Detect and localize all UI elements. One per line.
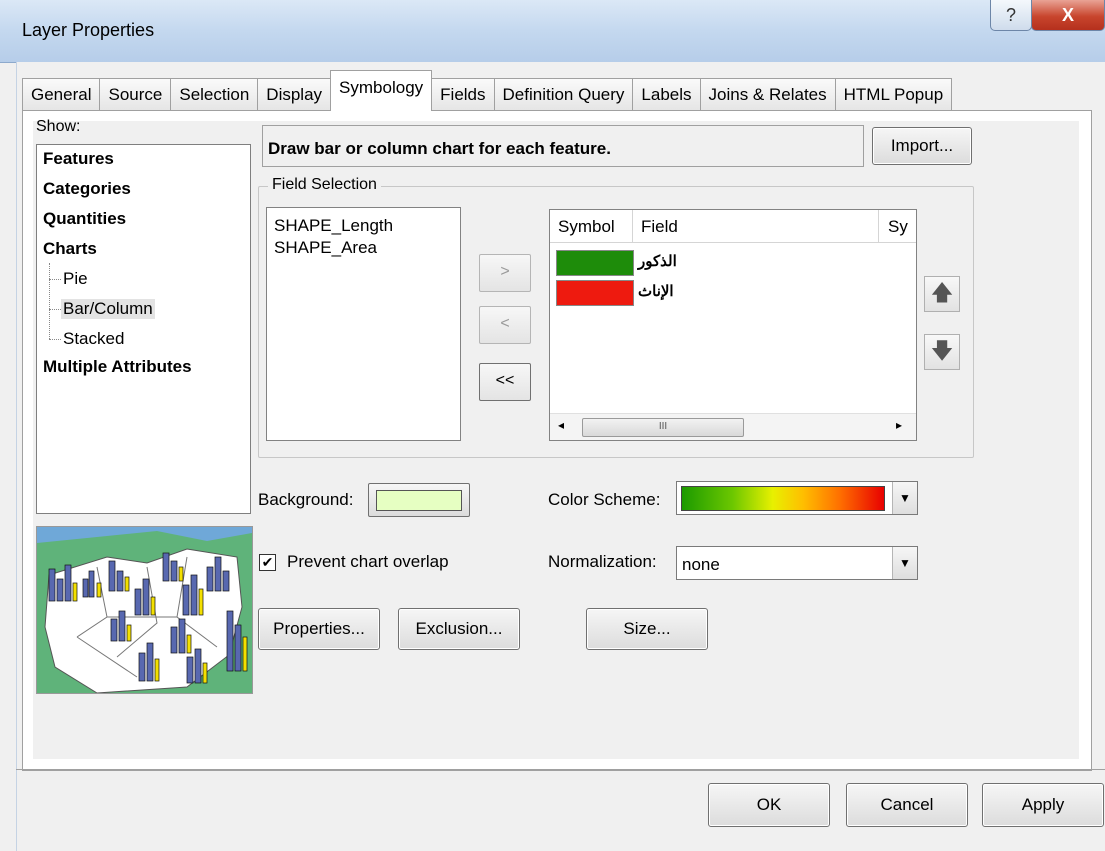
tree-connector — [49, 279, 61, 280]
scroll-left-icon[interactable]: ◂ — [558, 418, 564, 432]
size-button[interactable]: Size... — [586, 608, 708, 650]
prevent-overlap-label: Prevent chart overlap — [287, 552, 449, 571]
show-item-quantities[interactable]: Quantities — [43, 209, 126, 229]
background-label: Background: — [258, 490, 354, 509]
background-color-button[interactable] — [368, 483, 470, 517]
tab-selection[interactable]: Selection — [170, 78, 259, 111]
show-label: Show: — [36, 118, 81, 135]
column-symbol[interactable]: Symbol — [550, 210, 633, 242]
color-scheme-label: Color Scheme: — [548, 490, 661, 509]
move-down-icon[interactable]: 🡇 — [924, 334, 960, 370]
show-item-features[interactable]: Features — [43, 149, 114, 169]
symbology-preview-image — [36, 526, 253, 694]
field-selection-label: Field Selection — [268, 176, 381, 194]
title-bar[interactable]: Layer Properties ? X — [0, 0, 1105, 63]
tab-labels[interactable]: Labels — [632, 78, 701, 111]
color-ramp — [681, 486, 885, 511]
column-field[interactable]: Field — [633, 210, 879, 242]
divider — [16, 769, 1105, 770]
remove-all-fields-button[interactable]: << — [479, 363, 531, 401]
prevent-overlap-checkbox[interactable]: ✔ — [259, 554, 276, 571]
ok-button[interactable]: OK — [708, 783, 830, 827]
horizontal-scrollbar[interactable]: ◂ III ▸ — [550, 413, 916, 440]
color-scheme-dropdown[interactable]: ▼ — [676, 481, 918, 515]
tab-joins-relates[interactable]: Joins & Relates — [699, 78, 836, 111]
normalization-label: Normalization: — [548, 552, 657, 571]
import-button[interactable]: Import... — [872, 127, 972, 165]
chevron-down-icon[interactable]: ▼ — [892, 547, 917, 579]
layer-properties-window: Layer Properties ? X General Source Sele… — [0, 0, 1105, 851]
tab-strip: General Source Selection Display Symbolo… — [22, 70, 953, 111]
tab-fields[interactable]: Fields — [431, 78, 495, 111]
tree-connector — [49, 339, 61, 340]
remove-field-button[interactable]: < — [479, 306, 531, 344]
tab-symbology[interactable]: Symbology — [330, 70, 433, 111]
window-title: Layer Properties — [22, 20, 155, 40]
move-up-icon[interactable]: 🡅 — [924, 276, 960, 312]
chevron-down-icon[interactable]: ▼ — [892, 482, 917, 514]
add-field-button[interactable]: > — [479, 254, 531, 292]
tree-connector — [49, 309, 61, 310]
show-item-bar-column[interactable]: Bar/Column — [61, 299, 155, 319]
show-item-stacked[interactable]: Stacked — [61, 329, 126, 349]
cancel-button[interactable]: Cancel — [846, 783, 968, 827]
column-sy[interactable]: Sy — [880, 210, 916, 242]
symbol-swatch-males[interactable] — [556, 250, 634, 276]
grid-header: Symbol Field Sy — [550, 210, 916, 243]
field-label-males: الذكور — [638, 253, 677, 270]
show-item-categories[interactable]: Categories — [43, 179, 131, 199]
field-label-females: الإناث — [638, 283, 674, 300]
show-tree[interactable]: Features Categories Quantities Charts Pi… — [36, 144, 251, 514]
normalization-dropdown[interactable]: none ▼ — [676, 546, 918, 580]
scroll-thumb[interactable]: III — [582, 418, 744, 437]
field-shape-area[interactable]: SHAPE_Area — [274, 238, 377, 258]
tab-display[interactable]: Display — [257, 78, 332, 111]
tab-source[interactable]: Source — [99, 78, 172, 111]
tab-html-popup[interactable]: HTML Popup — [834, 78, 953, 111]
symbol-swatch-females[interactable] — [556, 280, 634, 306]
exclusion-button[interactable]: Exclusion... — [398, 608, 520, 650]
scroll-right-icon[interactable]: ▸ — [896, 418, 902, 432]
tab-definition-query[interactable]: Definition Query — [493, 78, 634, 111]
close-button[interactable]: X — [1031, 0, 1105, 31]
apply-button[interactable]: Apply — [982, 783, 1104, 827]
normalization-value: none — [682, 555, 720, 574]
show-item-pie[interactable]: Pie — [61, 269, 90, 289]
show-item-charts[interactable]: Charts — [43, 239, 97, 259]
available-fields-list[interactable]: SHAPE_Length SHAPE_Area — [266, 207, 461, 441]
renderer-description: Draw bar or column chart for each featur… — [268, 139, 611, 158]
selected-fields-grid[interactable]: Symbol Field Sy الذكور الإناث ◂ III ▸ — [549, 209, 917, 441]
tree-connector — [49, 263, 50, 339]
show-item-multiple-attributes[interactable]: Multiple Attributes — [43, 357, 192, 377]
properties-button[interactable]: Properties... — [258, 608, 380, 650]
help-button[interactable]: ? — [990, 0, 1032, 31]
tab-general[interactable]: General — [22, 78, 101, 111]
field-shape-length[interactable]: SHAPE_Length — [274, 216, 393, 236]
